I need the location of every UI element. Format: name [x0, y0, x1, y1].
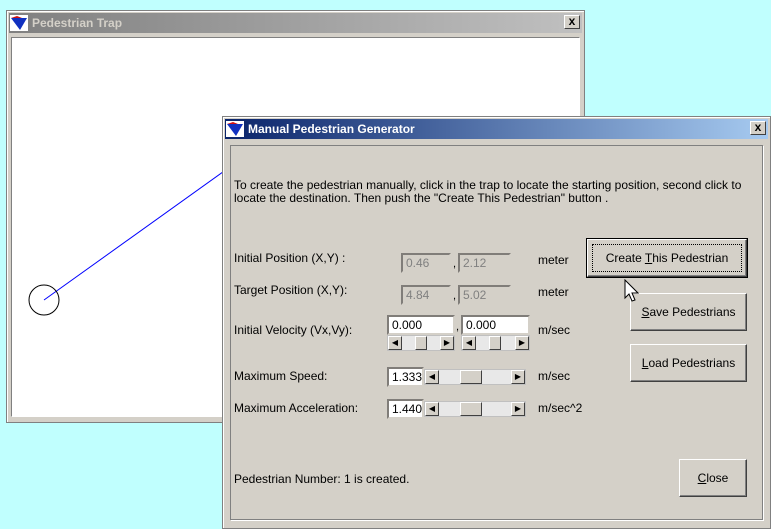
generator-window: Manual Pedestrian Generator x To create … [222, 116, 771, 529]
app-icon [10, 15, 28, 31]
focus-ring [592, 244, 742, 272]
comma-separator: , [453, 258, 457, 270]
load-pedestrians-button[interactable]: Load Pedestrians [630, 344, 747, 382]
max-acceleration-unit: m/sec^2 [538, 401, 583, 415]
slider-thumb[interactable] [489, 336, 501, 350]
initial-position-label: Initial Position (X,Y) : [234, 251, 346, 265]
slider-thumb[interactable] [460, 402, 482, 416]
max-speed-unit: m/sec [538, 369, 571, 383]
create-pedestrian-button[interactable]: Create This Pedestrian [586, 238, 748, 278]
velocity-y-input[interactable]: 0.000 [461, 315, 530, 335]
initial-position-unit: meter [538, 253, 569, 267]
max-acceleration-input[interactable]: 1.440 [387, 399, 424, 419]
max-speed-label: Maximum Speed: [234, 369, 328, 383]
trap-title: Pedestrian Trap [32, 16, 123, 30]
mouse-cursor-icon [624, 279, 640, 302]
max-speed-input[interactable]: 1.333 [387, 367, 424, 387]
velocity-y-slider[interactable]: ◀ ▶ [461, 335, 530, 351]
comma-separator: , [456, 321, 460, 333]
scroll-right-icon[interactable]: ▶ [511, 370, 525, 384]
initial-velocity-unit: m/sec [538, 323, 571, 337]
slider-thumb[interactable] [415, 336, 427, 350]
generator-title: Manual Pedestrian Generator [248, 122, 415, 136]
target-position-unit: meter [538, 285, 569, 299]
scroll-left-icon[interactable]: ◀ [462, 336, 476, 350]
generator-close-icon[interactable]: x [750, 121, 766, 135]
comma-separator: , [453, 290, 457, 302]
max-speed-slider[interactable]: ◀ ▶ [424, 369, 526, 385]
status-text: Pedestrian Number: 1 is created. [234, 472, 410, 486]
initial-velocity-label: Initial Velocity (Vx,Vy): [234, 323, 353, 337]
slider-thumb[interactable] [460, 370, 482, 384]
trap-close-icon[interactable]: x [564, 15, 580, 29]
scroll-left-icon[interactable]: ◀ [425, 402, 439, 416]
generator-titlebar[interactable]: Manual Pedestrian Generator x [225, 119, 768, 139]
target-position-y-field: 5.02 [458, 285, 511, 305]
instructions-text: To create the pedestrian manually, click… [234, 178, 742, 205]
initial-position-y-field: 2.12 [458, 253, 511, 273]
app-icon [226, 121, 244, 137]
scroll-right-icon[interactable]: ▶ [515, 336, 529, 350]
max-acceleration-slider[interactable]: ◀ ▶ [424, 401, 526, 417]
target-position-x-field: 4.84 [401, 285, 451, 305]
scroll-left-icon[interactable]: ◀ [388, 336, 402, 350]
scroll-right-icon[interactable]: ▶ [511, 402, 525, 416]
scroll-left-icon[interactable]: ◀ [425, 370, 439, 384]
velocity-x-slider[interactable]: ◀ ▶ [387, 335, 455, 351]
close-button-label: Close [697, 471, 729, 485]
save-pedestrians-button[interactable]: Save Pedestrians [630, 293, 747, 331]
save-button-label: Save Pedestrians [641, 305, 736, 319]
scroll-right-icon[interactable]: ▶ [440, 336, 454, 350]
initial-position-x-field: 0.46 [401, 253, 451, 273]
max-acceleration-label: Maximum Acceleration: [234, 401, 359, 415]
close-button[interactable]: Close [679, 459, 747, 497]
target-position-label: Target Position (X,Y): [234, 283, 348, 297]
velocity-x-input[interactable]: 0.000 [387, 315, 455, 335]
trap-titlebar[interactable]: Pedestrian Trap x [9, 13, 582, 33]
load-button-label: Load Pedestrians [641, 356, 736, 370]
